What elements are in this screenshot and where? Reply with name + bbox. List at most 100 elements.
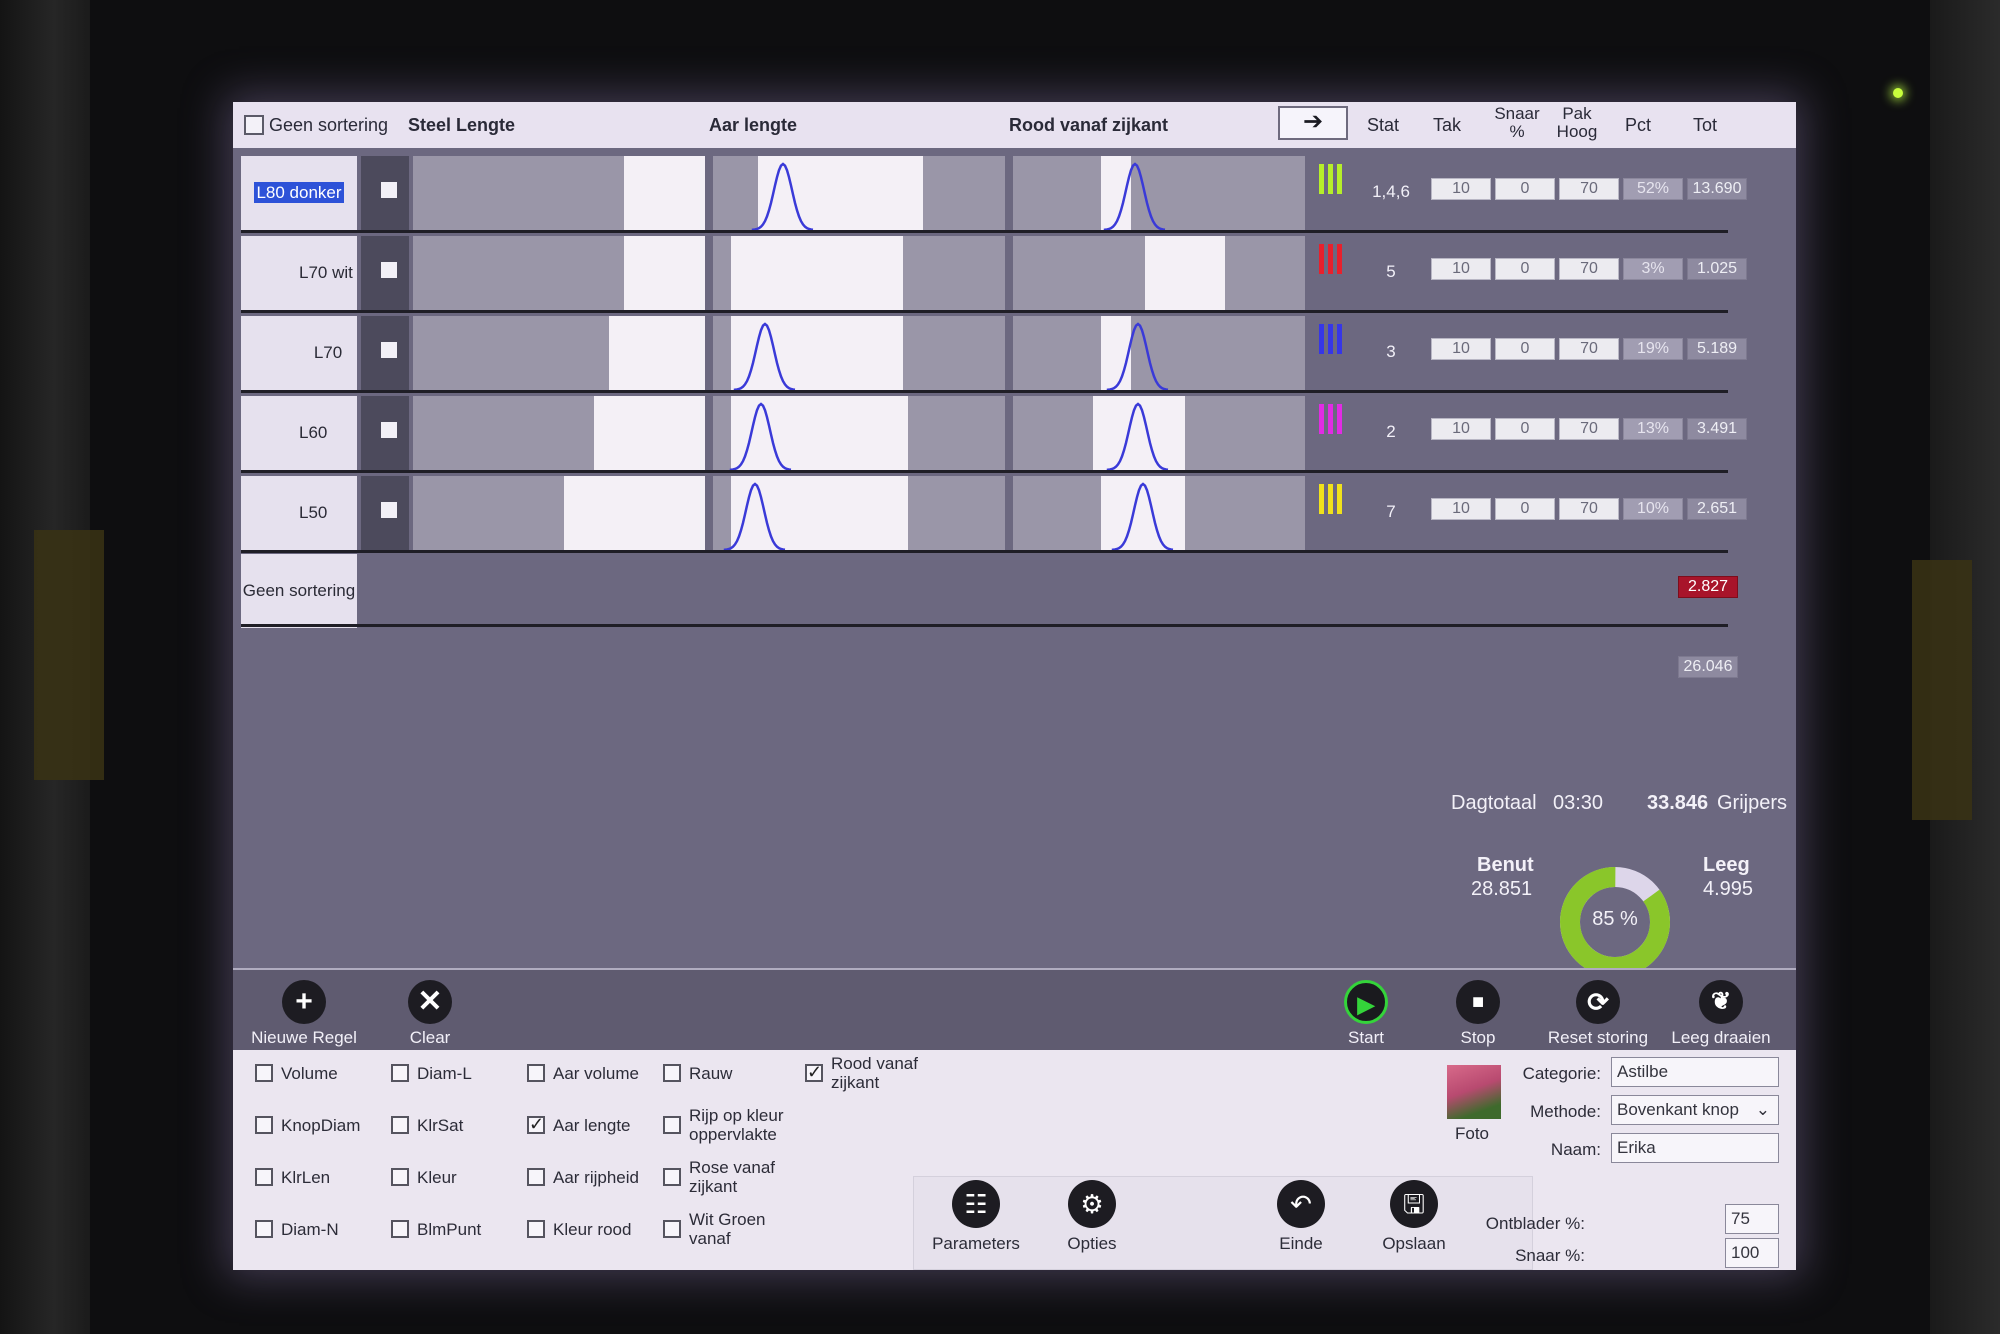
grade-label[interactable]: L80 donker [241, 156, 357, 230]
option-checkbox[interactable] [527, 1168, 545, 1186]
tak-field[interactable]: 10 [1431, 418, 1491, 440]
option-checkbox[interactable] [663, 1064, 681, 1082]
refresh-icon: ⟳ [1576, 980, 1620, 1024]
option-checkbox[interactable] [255, 1220, 273, 1238]
option-checkbox[interactable] [391, 1168, 409, 1186]
product-photo[interactable] [1447, 1065, 1501, 1119]
divider [241, 390, 1728, 393]
tot-value: 1.025 [1687, 258, 1747, 280]
option-checkbox[interactable] [527, 1114, 545, 1135]
methode-select[interactable]: Bovenkant knop ⌄ [1611, 1095, 1779, 1125]
pct-value: 13% [1623, 418, 1683, 440]
option-checkbox[interactable] [255, 1168, 273, 1186]
snaar-field[interactable]: 0 [1495, 418, 1555, 440]
option-label: Aar lengte [553, 1116, 631, 1135]
snaar-field[interactable]: 0 [1495, 498, 1555, 520]
clear-button[interactable]: ✕ Clear [375, 980, 485, 1048]
option-checkbox[interactable] [527, 1220, 545, 1238]
grade-label[interactable]: L50 [241, 476, 357, 550]
grand-total: 26.046 [1678, 656, 1738, 678]
snaar-field[interactable]: 0 [1495, 338, 1555, 360]
option-label: Aar rijpheid [553, 1168, 639, 1187]
row-checkbox[interactable] [381, 502, 397, 518]
stop-button[interactable]: ■ Stop [1423, 980, 1533, 1048]
pak-hoog-field[interactable]: 70 [1559, 338, 1619, 360]
geen-sortering-label: Geen sortering [269, 115, 389, 135]
tak-field[interactable]: 10 [1431, 338, 1491, 360]
snaar-field[interactable]: 0 [1495, 178, 1555, 200]
einde-button[interactable]: ↶ Einde [1241, 1180, 1361, 1254]
steel-lengte-histogram [413, 396, 705, 470]
tak-field[interactable]: 10 [1431, 258, 1491, 280]
grade-row[interactable]: L70 donker 3 1007019%5.189 [241, 314, 1747, 436]
option-label: KlrLen [281, 1168, 331, 1187]
parameters-button[interactable]: ☷ Parameters [916, 1180, 1036, 1254]
row-checkbox[interactable] [381, 262, 397, 278]
pct-value: 3% [1623, 258, 1683, 280]
tape [34, 530, 104, 780]
grade-row[interactable]: L80 donker 1,4,6 10 0 70 52% 13.690 [241, 154, 1747, 234]
option-checkbox[interactable] [391, 1116, 409, 1134]
option-label: KnopDiam [281, 1116, 361, 1135]
tak-field[interactable]: 10 [1431, 178, 1491, 200]
tak-field[interactable]: 10 [1431, 498, 1491, 520]
control-toolbar: + Nieuwe Regel ✕ Clear ▶ Start ■ Stop ⟳ Reset… [233, 968, 1796, 1050]
grade-label[interactable]: L60 [241, 396, 357, 470]
option-checkbox[interactable] [391, 1220, 409, 1238]
steel-lengte-histogram [413, 236, 705, 310]
pak-hoog-field[interactable]: 70 [1559, 498, 1619, 520]
leeg-draaien-button[interactable]: ❦ Leeg draaien [1661, 980, 1781, 1048]
grade-row[interactable]: L70 wit 5 10 0 70 3% 1.025 [241, 234, 1747, 314]
arrow-right-button[interactable]: ➔ [1278, 106, 1348, 140]
steel-lengte-histogram [413, 156, 705, 230]
option-checkbox[interactable] [663, 1168, 681, 1186]
grade-row[interactable]: L50 7 10 0 70 10% 2.651 [241, 474, 1747, 554]
pak-hoog-field[interactable]: 70 [1559, 258, 1619, 280]
row-checkbox[interactable] [381, 182, 397, 198]
grade-row[interactable]: L60 2 10 0 70 13% 3.491 [241, 394, 1747, 474]
option-checkbox[interactable] [663, 1220, 681, 1238]
opslaan-button[interactable]: 🖫 Opslaan [1354, 1180, 1474, 1254]
table-header: Geen sortering Steel Lengte Aar lengte R… [233, 102, 1796, 148]
tot-value: 13.690 [1687, 178, 1747, 200]
option-checkbox[interactable] [663, 1116, 681, 1134]
unsorted-label: Geen sortering [241, 554, 357, 628]
naam-field[interactable]: Erika [1611, 1133, 1779, 1163]
row-checkbox[interactable] [381, 422, 397, 438]
aar-lengte-histogram [713, 316, 1005, 390]
option-checkbox[interactable] [255, 1064, 273, 1082]
start-button[interactable]: ▶ Start [1311, 980, 1421, 1048]
snaar-field[interactable]: 0 [1495, 258, 1555, 280]
ontblader-field[interactable]: 75 [1725, 1204, 1779, 1234]
dagtotaal-time: 03:30 [1553, 792, 1604, 814]
option-checkbox[interactable] [391, 1064, 409, 1082]
snaar-field[interactable]: 100 [1725, 1238, 1779, 1268]
settings-panel: Volume KnopDiam KlrLen Diam-N Diam-L KlrSat Kl… [233, 1050, 1796, 1270]
option-label: Aar volume [553, 1064, 639, 1083]
reset-storing-button[interactable]: ⟳ Reset storing [1533, 980, 1663, 1048]
option-checkbox[interactable] [527, 1064, 545, 1082]
option-checkbox[interactable] [805, 1062, 823, 1083]
option-label: Rijp op kleur oppervlakte [689, 1106, 784, 1144]
plus-icon: + [282, 980, 326, 1024]
geen-sortering-checkbox[interactable] [244, 115, 264, 135]
categorie-field[interactable]: Astilbe [1611, 1057, 1779, 1087]
col-rood-vanaf-zijkant: Rood vanaf zijkant [1009, 115, 1169, 135]
divider [241, 470, 1728, 473]
unsorted-row[interactable]: Geen sortering 2.827 [241, 552, 1738, 632]
option-label: Diam-N [281, 1220, 339, 1239]
steel-lengte-histogram [413, 316, 705, 390]
pct-value: 19% [1623, 338, 1683, 360]
pak-hoog-field[interactable]: 70 [1559, 178, 1619, 200]
grade-label[interactable]: L70 donker [241, 316, 357, 436]
option-checkbox[interactable] [255, 1116, 273, 1134]
option-label: Rauw [689, 1064, 733, 1083]
pak-hoog-field[interactable]: 70 [1559, 418, 1619, 440]
nieuwe-regel-button[interactable]: + Nieuwe Regel [249, 980, 359, 1048]
grade-label[interactable]: L70 wit [241, 236, 357, 310]
row-checkbox[interactable] [381, 342, 397, 358]
rood-vanaf-zijkant-histogram [1013, 156, 1305, 230]
foto-label: Foto [1455, 1124, 1490, 1143]
touch-screen: Geen sortering Steel Lengte Aar lengte R… [233, 102, 1796, 1270]
opties-button[interactable]: ⚙ Opties [1032, 1180, 1152, 1254]
